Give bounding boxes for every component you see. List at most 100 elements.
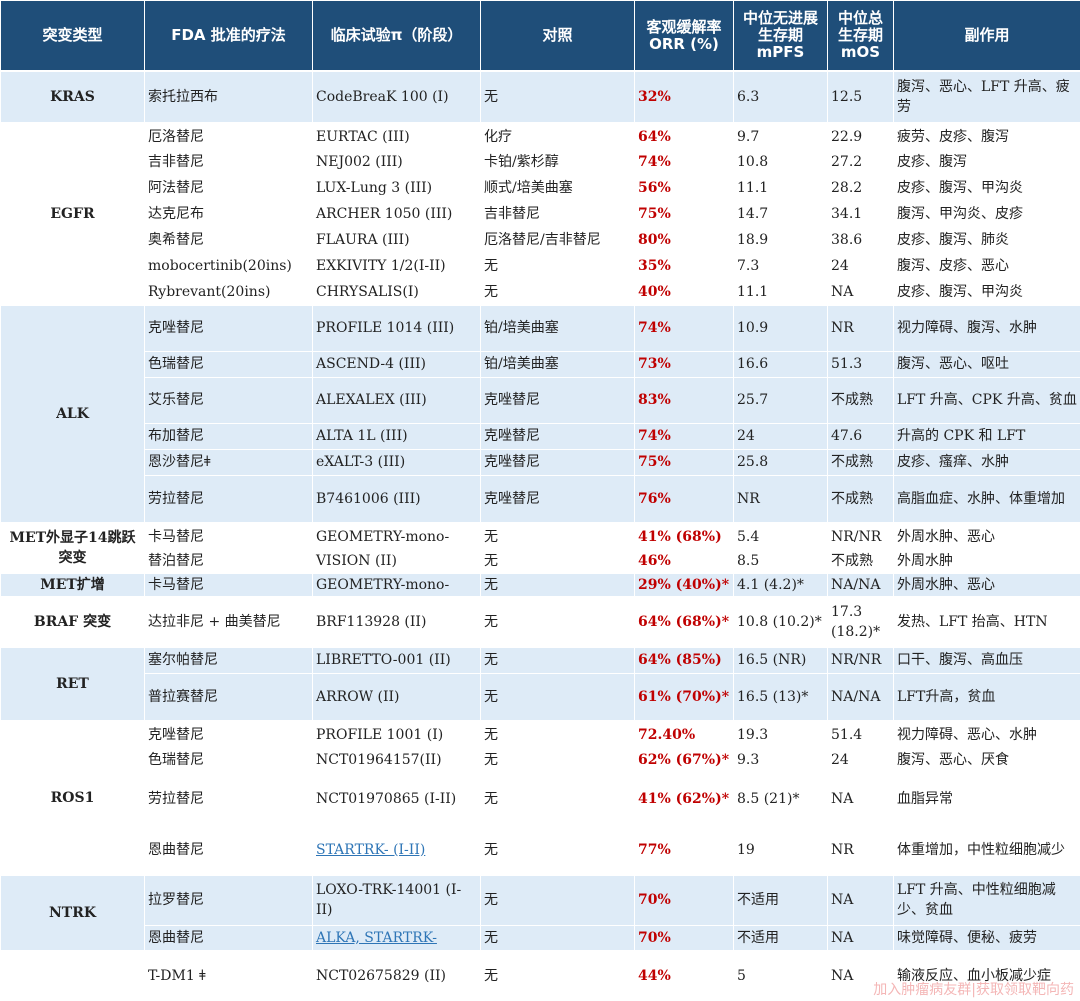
drug-cell: 厄洛替尼: [144, 123, 313, 149]
mpfs-cell: 4.1 (4.2)*: [733, 573, 828, 597]
trial-cell: PROFILE 1014 (III): [312, 304, 481, 351]
table-row: ROS1 克唑替尼 PROFILE 1001 (I) 无 72.40% 19.3…: [0, 721, 1080, 875]
mos-cell: 27.2: [827, 149, 894, 175]
mutation-type: MET扩增: [0, 573, 145, 597]
drug-cell: Rybrevant(20ins): [144, 279, 313, 305]
ae-cell: 外周水肿、恶心: [893, 523, 1080, 549]
control-cell: 无: [480, 253, 635, 279]
control-cell: 无: [480, 523, 635, 549]
mutation-type: MET外显子14跳跃突变: [0, 523, 145, 573]
mutation-type: ALK: [0, 304, 145, 523]
control-cell: 无: [480, 747, 635, 773]
ae-cell: 皮疹、腹泻、甲沟炎: [893, 175, 1080, 201]
header-trial: 临床试验π（阶段）: [312, 0, 481, 72]
table-header: 突变类型 FDA 批准的疗法 临床试验π（阶段） 对照 客观缓解率 ORR (%…: [0, 0, 1080, 72]
trial-cell: BRF113928 (II): [312, 597, 481, 647]
trial-cell: LIBRETTO-001 (II): [312, 647, 481, 673]
header-mpfs: 中位无进展 生存期 mPFS: [733, 0, 828, 72]
trial-cell: NCT02675829 (II): [312, 951, 481, 999]
orr-cell: 35%: [634, 253, 734, 279]
control-cell: 无: [480, 71, 635, 123]
mpfs-cell: 16.5 (NR): [733, 647, 828, 673]
trial-cell: LOXO-TRK-14001 (I-II): [312, 875, 481, 925]
table-row: 吉非替尼 NEJ002 (III) 卡铂/紫杉醇 74% 10.8 27.2 皮…: [1, 149, 1080, 175]
orr-cell: 64% (68%)*: [634, 597, 734, 647]
trial-link[interactable]: ALKA, STARTRK-: [312, 924, 481, 951]
control-cell: 克唑替尼: [480, 422, 635, 449]
mos-cell: 不成熟: [827, 376, 894, 423]
ae-cell: 味觉障碍、便秘、疲劳: [893, 924, 1080, 951]
mos-cell: 24: [827, 747, 894, 773]
orr-cell: 74%: [634, 149, 734, 175]
mos-cell: 不成熟: [827, 549, 894, 573]
mpfs-cell: 25.7: [733, 376, 828, 423]
mpfs-cell: 9.3: [733, 747, 828, 773]
orr-cell: 46%: [634, 549, 734, 573]
mos-cell: 不成熟: [827, 474, 894, 523]
drug-cell: 恩曲替尼: [144, 825, 313, 875]
mutation-type: EGFR: [0, 123, 145, 305]
mutation-type: BRAF 突变: [0, 597, 145, 647]
trial-cell: ALEXALEX (III): [312, 376, 481, 423]
group-ntrk: NTRK 拉罗替尼 LOXO-TRK-14001 (I-II) 无 70% 不适…: [0, 875, 1080, 951]
drug-cell: 布加替尼: [144, 422, 313, 449]
header-side-effects: 副作用: [893, 0, 1080, 72]
watermark: 加入肿瘤病友群|获取领取靶向药: [873, 982, 1074, 998]
mos-cell: 47.6: [827, 422, 894, 449]
table-row: 替泊替尼 VISION (II) 无 46% 8.5 不成熟 外周水肿: [1, 549, 1080, 573]
ae-cell: 视力障碍、腹泻、水肿: [893, 304, 1080, 351]
table-row: ALK 克唑替尼 PROFILE 1014 (III) 铂/培美曲塞 74% 1…: [0, 304, 1080, 523]
trial-cell: VISION (II): [312, 549, 481, 573]
control-cell: 卡铂/紫杉醇: [480, 149, 635, 175]
group-braf: BRAF 突变 达拉非尼 + 曲美替尼 BRF113928 (II) 无 64%…: [0, 597, 1080, 647]
control-cell: 铂/培美曲塞: [480, 350, 635, 377]
drug-cell: 拉罗替尼: [144, 875, 313, 925]
control-cell: 厄洛替尼/吉非替尼: [480, 227, 635, 253]
table-row: 色瑞替尼 ASCEND-4 (III) 铂/培美曲塞 73% 16.6 51.3…: [1, 350, 1080, 377]
ae-cell: 口干、腹泻、高血压: [893, 647, 1080, 673]
mos-cell: 17.3 (18.2)*: [827, 597, 894, 647]
table-row: MET扩增 卡马替尼 GEOMETRY-mono- 无 29% (40%)* 4…: [0, 573, 1080, 597]
group-kras: KRAS 索托拉西布 CodeBreaK 100 (I) 无 32% 6.3 1…: [0, 71, 1080, 123]
orr-cell: 41% (62%)*: [634, 773, 734, 825]
control-cell: 无: [480, 825, 635, 875]
orr-cell: 64% (85%): [634, 647, 734, 673]
trial-cell: LUX-Lung 3 (III): [312, 175, 481, 201]
orr-cell: 64%: [634, 123, 734, 149]
orr-cell: 61% (70%)*: [634, 672, 734, 721]
table-row: BRAF 突变 达拉非尼 + 曲美替尼 BRF113928 (II) 无 64%…: [0, 597, 1080, 647]
ae-cell: 腹泻、恶心、厌食: [893, 747, 1080, 773]
control-cell: 克唑替尼: [480, 474, 635, 523]
drug-cell: 吉非替尼: [144, 149, 313, 175]
mpfs-cell: 9.7: [733, 123, 828, 149]
trial-cell: ASCEND-4 (III): [312, 350, 481, 377]
mos-cell: 不成熟: [827, 448, 894, 475]
control-cell: 无: [480, 647, 635, 673]
mpfs-cell: 24: [733, 422, 828, 449]
orr-cell: 75%: [634, 448, 734, 475]
control-cell: 无: [480, 721, 635, 747]
mpfs-cell: 16.5 (13)*: [733, 672, 828, 721]
drug-cell: 奥希替尼: [144, 227, 313, 253]
trial-link[interactable]: STARTRK- (I-II): [312, 825, 481, 875]
trial-cell: eXALT-3 (III): [312, 448, 481, 475]
header-mos: 中位总 生存期 mOS: [827, 0, 894, 72]
mos-cell: NA: [827, 924, 894, 951]
mos-cell: 28.2: [827, 175, 894, 201]
ae-cell: 视力障碍、恶心、水肿: [893, 721, 1080, 747]
group-ros1: ROS1 克唑替尼 PROFILE 1001 (I) 无 72.40% 19.3…: [0, 721, 1080, 875]
mos-cell: NA: [827, 773, 894, 825]
drug-cell: 达拉非尼 + 曲美替尼: [144, 597, 313, 647]
header-orr: 客观缓解率 ORR (%): [634, 0, 734, 72]
orr-cell: 62% (67%)*: [634, 747, 734, 773]
control-cell: 无: [480, 924, 635, 951]
trial-cell: NCT01964157(II): [312, 747, 481, 773]
mpfs-cell: 19.3: [733, 721, 828, 747]
mos-cell: NR/NR: [827, 523, 894, 549]
mpfs-cell: 5.4: [733, 523, 828, 549]
trial-cell: GEOMETRY-mono-: [312, 523, 481, 549]
mos-cell: NR: [827, 825, 894, 875]
orr-cell: 44%: [634, 951, 734, 999]
mos-cell: NR/NR: [827, 647, 894, 673]
mpfs-cell: 11.1: [733, 279, 828, 305]
